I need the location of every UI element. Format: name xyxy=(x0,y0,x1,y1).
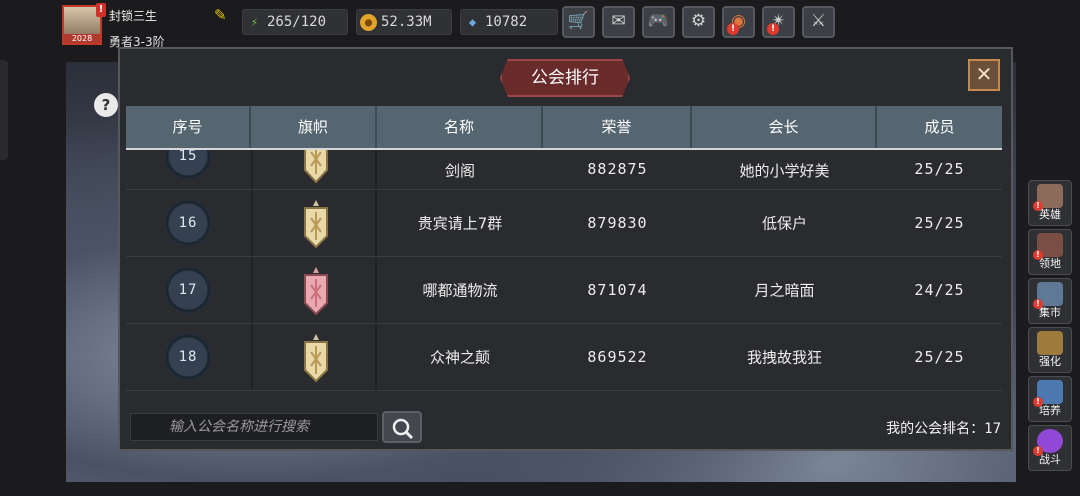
table-row[interactable]: 17 哪都通物流 871074 月之暗面 24/25 xyxy=(126,257,1002,324)
guild-banner-icon xyxy=(304,267,328,315)
event-button[interactable]: ✴! xyxy=(762,6,795,38)
col-header-members: 成员 xyxy=(924,118,955,136)
color-wheel-button[interactable]: ◉! xyxy=(722,6,755,38)
guild-honor: 879830 xyxy=(587,214,648,232)
guild-banner-icon xyxy=(304,200,328,248)
close-button[interactable]: ✕ xyxy=(968,59,1000,91)
my-rank-label: 我的公会排名： xyxy=(886,421,985,437)
guild-leader: 月之暗面 xyxy=(754,281,815,300)
side-menu-label: 强化 xyxy=(1039,355,1061,368)
guild-members: 25/25 xyxy=(914,214,965,232)
side-menu-battle[interactable]: 战斗 ! xyxy=(1028,425,1072,471)
guild-honor: 882875 xyxy=(587,160,648,178)
guild-ranking-modal: 公会排行 ✕ 序号 旗帜 名称 荣誉 会长 成员 15 剑阁 882875 她的… xyxy=(118,47,1013,451)
col-header-leader: 会长 xyxy=(692,106,877,148)
guild-name: 贵宾请上7群 xyxy=(417,214,503,233)
gem-icon: ◆ xyxy=(468,15,477,29)
side-menu-territory[interactable]: 领地 ! xyxy=(1028,229,1072,275)
settings-button[interactable]: ⚙ xyxy=(682,6,715,38)
col-header-honor: 荣誉 xyxy=(543,106,692,148)
guild-members: 24/25 xyxy=(914,281,965,299)
guild-leader: 她的小学好美 xyxy=(739,162,830,180)
player-avatar[interactable]: 2028 ! xyxy=(62,3,106,45)
battle-swords-icon: ⚔ xyxy=(810,11,827,31)
player-name: 封锁三生 xyxy=(109,9,158,23)
col-header-seq: 序号 xyxy=(126,106,251,148)
guild-name: 哪都通物流 xyxy=(422,281,498,300)
player-level: 2028 xyxy=(64,34,100,43)
guild-banner-icon xyxy=(304,150,328,184)
modal-title: 公会排行 xyxy=(500,59,630,97)
gem-value: 10782 xyxy=(485,14,528,30)
guild-banner-icon xyxy=(304,334,328,382)
enhance-crystal-icon xyxy=(1037,331,1063,355)
settings-gear-icon: ⚙ xyxy=(690,11,707,31)
side-menu-enhance[interactable]: 强化 xyxy=(1028,327,1072,373)
guild-members: 25/25 xyxy=(914,160,965,178)
shop-cart-icon: 🛒 xyxy=(567,11,590,31)
game-screen: { "player": { "name": "封锁三生", "rank": "勇… xyxy=(0,0,1080,496)
my-guild-rank: 我的公会排名：17 xyxy=(886,418,1001,438)
rank-badge: 17 xyxy=(164,266,212,314)
gamepad-icon: 🎮 xyxy=(647,11,670,31)
table-body[interactable]: 15 剑阁 882875 她的小学好美 25/25 16 贵宾请上7群 8798… xyxy=(126,150,1002,392)
table-row[interactable]: 15 剑阁 882875 她的小学好美 25/25 xyxy=(126,150,1002,190)
alert-dot-icon: ! xyxy=(1033,397,1043,407)
close-icon: ✕ xyxy=(975,62,993,86)
table-header: 序号 旗帜 名称 荣誉 会长 成员 xyxy=(126,106,1002,148)
shop-button[interactable]: 🛒 xyxy=(562,6,595,38)
gold-counter: ● 52.33M xyxy=(356,9,452,35)
help-icon[interactable]: ? xyxy=(94,93,118,117)
search-button[interactable] xyxy=(382,411,422,443)
table-row[interactable]: 18 众神之颠 869522 我拽故我狂 25/25 xyxy=(126,324,1002,391)
gold-coin-icon: ● xyxy=(360,14,377,31)
stamina-icon: ⚡ xyxy=(250,15,259,29)
gold-value: 52.33M xyxy=(381,14,432,30)
mail-button[interactable]: ✉ xyxy=(602,6,635,38)
side-menu-market[interactable]: 集市 ! xyxy=(1028,278,1072,324)
alert-dot-icon: ! xyxy=(727,23,739,35)
guild-honor: 869522 xyxy=(587,348,648,366)
my-rank-value: 17 xyxy=(984,421,1001,437)
guild-name: 剑阁 xyxy=(444,162,475,180)
alert-dot-icon: ! xyxy=(767,23,779,35)
alert-dot-icon: ! xyxy=(1033,201,1043,211)
guild-name: 众神之颠 xyxy=(429,348,490,367)
guild-leader: 我拽故我狂 xyxy=(746,348,822,367)
stamina-value: 265/120 xyxy=(267,14,327,30)
avatar-alert-badge: ! xyxy=(96,3,106,17)
col-header-name: 名称 xyxy=(377,106,543,148)
alert-dot-icon: ! xyxy=(1033,299,1043,309)
mail-icon: ✉ xyxy=(611,11,626,31)
side-menu-hero[interactable]: 英雄 ! xyxy=(1028,180,1072,226)
rank-badge: 16 xyxy=(164,199,212,247)
gem-counter: ◆ 10782 xyxy=(460,9,558,35)
table-row[interactable]: 16 贵宾请上7群 879830 低保户 25/25 xyxy=(126,190,1002,257)
left-edge-tab xyxy=(0,60,8,160)
guild-honor: 871074 xyxy=(587,281,648,299)
guild-leader: 低保户 xyxy=(761,214,807,233)
col-header-flag: 旗帜 xyxy=(251,106,377,148)
alert-dot-icon: ! xyxy=(1033,250,1043,260)
guild-search-input[interactable]: 输入公会名称进行搜索 xyxy=(130,413,378,441)
edit-icon[interactable]: ✎ xyxy=(214,7,230,23)
guild-members: 25/25 xyxy=(914,348,965,366)
rank-badge: 18 xyxy=(164,333,212,381)
side-menu-train[interactable]: 培养 ! xyxy=(1028,376,1072,422)
battle-button[interactable]: ⚔ xyxy=(802,6,835,38)
search-icon xyxy=(392,418,414,440)
rank-badge: 15 xyxy=(164,150,212,180)
alert-dot-icon: ! xyxy=(1033,446,1043,456)
stamina-counter: ⚡ 265/120 xyxy=(242,9,348,35)
gamepad-button[interactable]: 🎮 xyxy=(642,6,675,38)
